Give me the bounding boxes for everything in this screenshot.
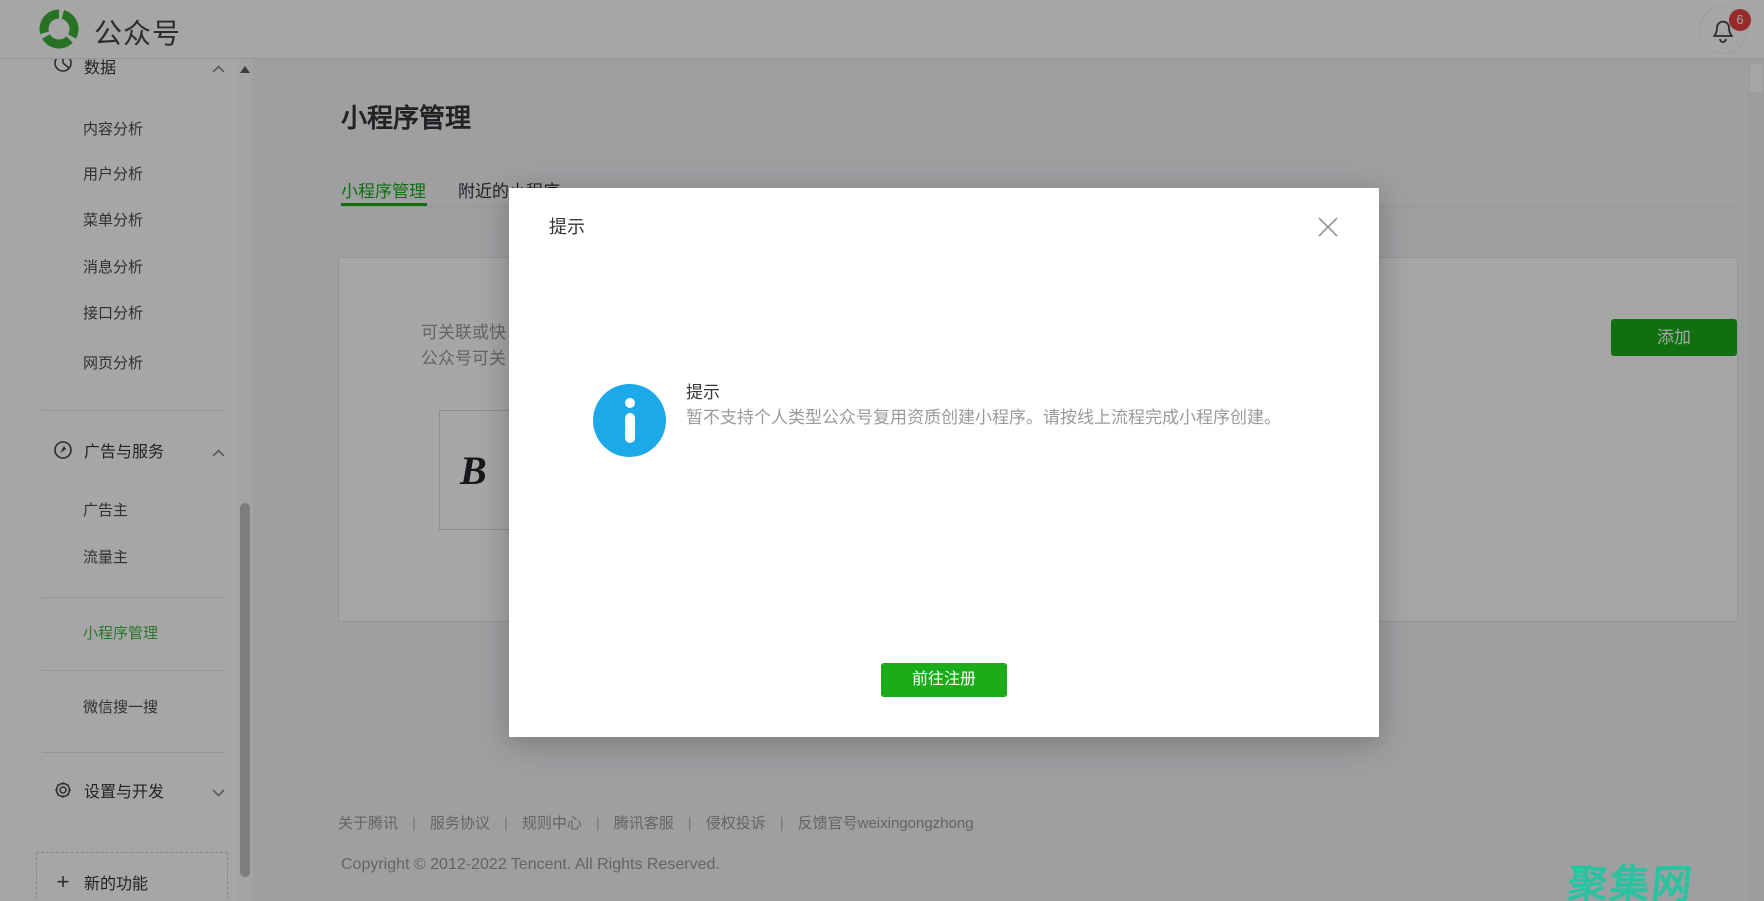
dialog: 提示 提示 暂不支持个人类型公众号复用资质创建小程序。请按线上流程完成小程序创建…	[509, 188, 1379, 737]
watermark-text: 聚集网	[1565, 852, 1697, 901]
info-icon-dot	[625, 398, 635, 408]
app-window: 公众号 6 数据 内容分析	[0, 0, 1764, 901]
info-icon	[593, 384, 666, 457]
close-icon	[1315, 214, 1341, 240]
go-register-button[interactable]: 前往注册	[881, 663, 1007, 697]
dialog-message: 暂不支持个人类型公众号复用资质创建小程序。请按线上流程完成小程序创建。	[686, 405, 1306, 430]
dialog-close-button[interactable]	[1315, 214, 1341, 240]
info-icon-stem	[625, 413, 635, 443]
dialog-title: 提示	[549, 213, 585, 239]
dialog-message-title: 提示	[686, 378, 720, 403]
